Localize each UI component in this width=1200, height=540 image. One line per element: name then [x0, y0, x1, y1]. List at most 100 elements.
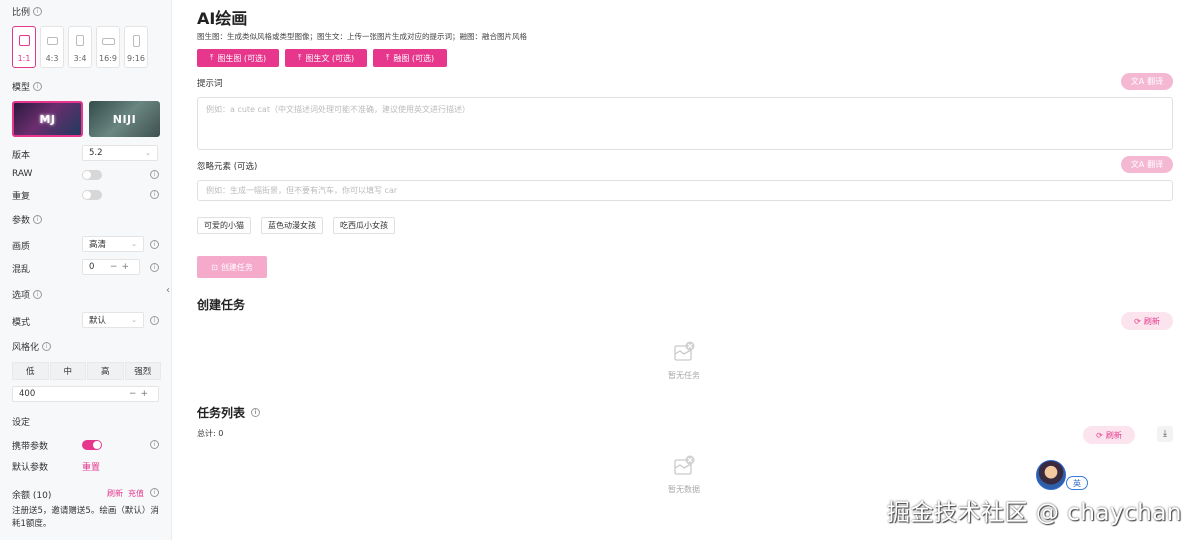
create-task-button[interactable]: ⊡ 创建任务: [197, 256, 267, 278]
avatar[interactable]: [1036, 460, 1066, 490]
ratio-label: 4:3: [45, 54, 59, 63]
button-label: 刷新: [1143, 316, 1160, 326]
prompt-example-chip[interactable]: 吃西瓜小女孩: [333, 217, 395, 234]
info-icon[interactable]: i: [251, 408, 261, 417]
page-title: AI绘画: [197, 9, 248, 28]
chaos-stepper[interactable]: 0 −+: [82, 259, 140, 275]
chaos-label: 混乱: [12, 265, 31, 275]
translate-prompt-button[interactable]: 文A 翻译: [1121, 73, 1173, 90]
version-select[interactable]: 5.2 ⌄: [82, 145, 158, 161]
prompt-example-chip[interactable]: 蓝色动漫女孩: [261, 217, 323, 234]
portrait-icon: [76, 35, 84, 46]
info-icon[interactable]: i: [150, 440, 159, 449]
model-niji-card[interactable]: NIJI: [89, 101, 160, 137]
stylize-medium-button[interactable]: 中: [49, 362, 86, 380]
watermark: 掘金技术社区 @ chaychan: [887, 500, 1182, 526]
balance-label: 余额 (10): [12, 491, 52, 501]
button-label: 翻译: [1147, 77, 1164, 86]
square-icon: [18, 35, 30, 46]
info-icon[interactable]: i: [33, 82, 43, 91]
button-label: 融图 (可选): [393, 53, 435, 63]
ratio-label: 9:16: [127, 54, 145, 63]
ratio-label: 1:1: [17, 54, 31, 63]
button-label: 创建任务: [220, 262, 253, 272]
ratio-option-16-9[interactable]: 16:9: [96, 26, 120, 68]
stylize-value: 400: [19, 389, 36, 399]
ratio-option-3-4[interactable]: 3:4: [68, 26, 92, 68]
empty-data-state: 暂无数据: [654, 454, 714, 495]
model-label: NIJI: [112, 112, 137, 126]
params-section-title: 参数 i: [12, 213, 43, 226]
info-icon[interactable]: i: [150, 190, 159, 199]
empty-box-icon: [674, 455, 695, 475]
info-icon[interactable]: i: [150, 488, 159, 497]
upload-icon: ⤒: [297, 53, 302, 62]
repeat-label: 重复: [12, 192, 31, 202]
options-section-title: 选项 i: [12, 288, 43, 301]
prompt-example-chip[interactable]: 可爱的小猫: [197, 217, 251, 234]
upload-icon: ⤒: [209, 53, 214, 62]
negative-placeholder: 例如：生成一幅街景，但不要有汽车，你可以填写 car: [206, 186, 398, 195]
minus-plus-icon[interactable]: −+: [110, 262, 133, 272]
download-icon[interactable]: ⤓: [1157, 426, 1173, 442]
info-icon[interactable]: i: [42, 342, 52, 351]
info-icon[interactable]: i: [150, 170, 159, 179]
ratio-section-title: 比例 i: [12, 5, 43, 18]
refresh-create-button[interactable]: ⟳ 刷新: [1121, 312, 1173, 330]
carry-params-toggle[interactable]: [82, 440, 102, 450]
ratio-option-9-16[interactable]: 9:16: [124, 26, 148, 68]
model-label: MJ: [39, 112, 56, 126]
ratio-title: 比例: [12, 8, 31, 18]
ratio-option-4-3[interactable]: 4:3: [40, 26, 64, 68]
version-label: 版本: [12, 151, 31, 161]
raw-toggle[interactable]: [82, 170, 102, 180]
info-icon[interactable]: i: [33, 290, 43, 299]
img2text-upload-button[interactable]: ⤒ 图生文 (可选): [285, 49, 367, 67]
stylize-levels: 低 中 高 强烈: [12, 362, 161, 380]
ratio-option-1-1[interactable]: 1:1: [12, 26, 36, 68]
stylize-title: 风格化: [12, 343, 40, 353]
section-title: 任务列表: [197, 406, 246, 420]
info-icon[interactable]: i: [33, 7, 43, 16]
create-section-title: 创建任务: [197, 296, 245, 313]
button-label: 翻译: [1147, 160, 1164, 169]
blend-upload-button[interactable]: ⤒ 融图 (可选): [373, 49, 447, 67]
minus-plus-icon[interactable]: −+: [129, 389, 152, 399]
mode-label: 模式: [12, 318, 31, 328]
chaos-value: 0: [89, 262, 95, 272]
chevron-down-icon: ⌄: [131, 316, 137, 324]
collapse-sidebar-icon[interactable]: ‹: [166, 285, 170, 296]
translate-negative-button[interactable]: 文A 翻译: [1121, 156, 1173, 173]
info-icon[interactable]: i: [150, 240, 159, 249]
info-icon[interactable]: i: [150, 316, 159, 325]
button-label: 刷新: [1105, 430, 1122, 440]
stylize-high-button[interactable]: 高: [87, 362, 124, 380]
reset-link[interactable]: 重置: [82, 460, 100, 473]
img2img-upload-button[interactable]: ⤒ 图生图 (可选): [197, 49, 279, 67]
negative-prompt-input[interactable]: 例如：生成一幅街景，但不要有汽车，你可以填写 car: [197, 180, 1173, 201]
raw-label: RAW: [12, 169, 33, 179]
model-mj-card[interactable]: MJ: [12, 101, 83, 137]
prompt-input[interactable]: 例如：a cute cat（中文描述词处理可能不准确，建议使用英文进行描述）: [197, 97, 1173, 150]
stylize-low-button[interactable]: 低: [12, 362, 49, 380]
info-icon[interactable]: i: [33, 215, 43, 224]
refresh-list-button[interactable]: ⟳ 刷新: [1083, 426, 1135, 444]
info-icon[interactable]: i: [150, 263, 159, 272]
mode-select[interactable]: 默认 ⌄: [82, 312, 144, 328]
repeat-toggle[interactable]: [82, 190, 102, 200]
options-title: 选项: [12, 291, 31, 301]
section-title: 创建任务: [197, 298, 246, 312]
balance-refresh-link[interactable]: 刷新: [107, 488, 123, 499]
recharge-link[interactable]: 充值: [128, 488, 144, 499]
stylize-strong-button[interactable]: 强烈: [124, 362, 161, 380]
language-badge[interactable]: 英: [1066, 476, 1088, 490]
settings-sidebar: 比例 i 1:1 4:3 3:4 16:9 9:16 模型 i MJ NIJI: [0, 0, 172, 540]
empty-tasks-text: 暂无任务: [668, 371, 700, 380]
quality-value: 高清: [89, 240, 107, 250]
version-value: 5.2: [89, 148, 103, 158]
ratio-label: 3:4: [73, 54, 87, 63]
add-task-icon: ⊡: [211, 262, 218, 272]
stylize-stepper[interactable]: 400 −+: [12, 386, 159, 402]
landscape-icon: [46, 37, 58, 45]
quality-select[interactable]: 高清 ⌄: [82, 236, 144, 252]
